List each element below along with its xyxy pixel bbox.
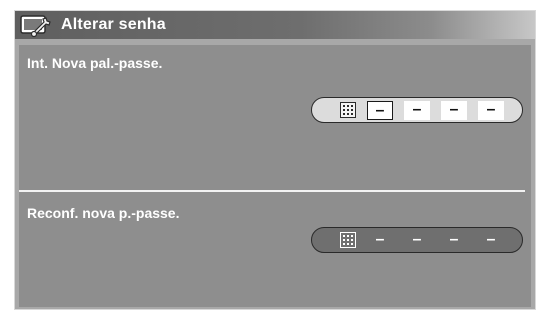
keypad-icon [340,102,356,118]
dialog-content: Int. Nova pal.-passe. – – – – Reconf. no… [19,45,531,307]
confirm-digit-slot-2[interactable]: – [404,231,430,250]
confirm-password-field[interactable]: – – – – [311,227,523,253]
confirm-digit-slot-1[interactable]: – [367,231,393,250]
tools-wrench-icon [19,13,53,39]
confirm-digit-slot-4[interactable]: – [478,231,504,250]
keypad-icon [340,232,356,248]
new-password-label: Int. Nova pal.-passe. [27,55,163,71]
digit-slot-3[interactable]: – [441,101,467,120]
digit-slot-1[interactable]: – [367,101,393,120]
section-divider [19,190,525,192]
dialog-title: Alterar senha [61,16,166,33]
confirm-password-label: Reconf. nova p.-passe. [27,205,180,221]
digit-slot-2[interactable]: – [404,101,430,120]
dialog-titlebar: Alterar senha [15,11,535,39]
confirm-digit-slot-3[interactable]: – [441,231,467,250]
digit-slot-4[interactable]: – [478,101,504,120]
change-password-dialog: Alterar senha Int. Nova pal.-passe. – – … [14,10,536,310]
new-password-field[interactable]: – – – – [311,97,523,123]
